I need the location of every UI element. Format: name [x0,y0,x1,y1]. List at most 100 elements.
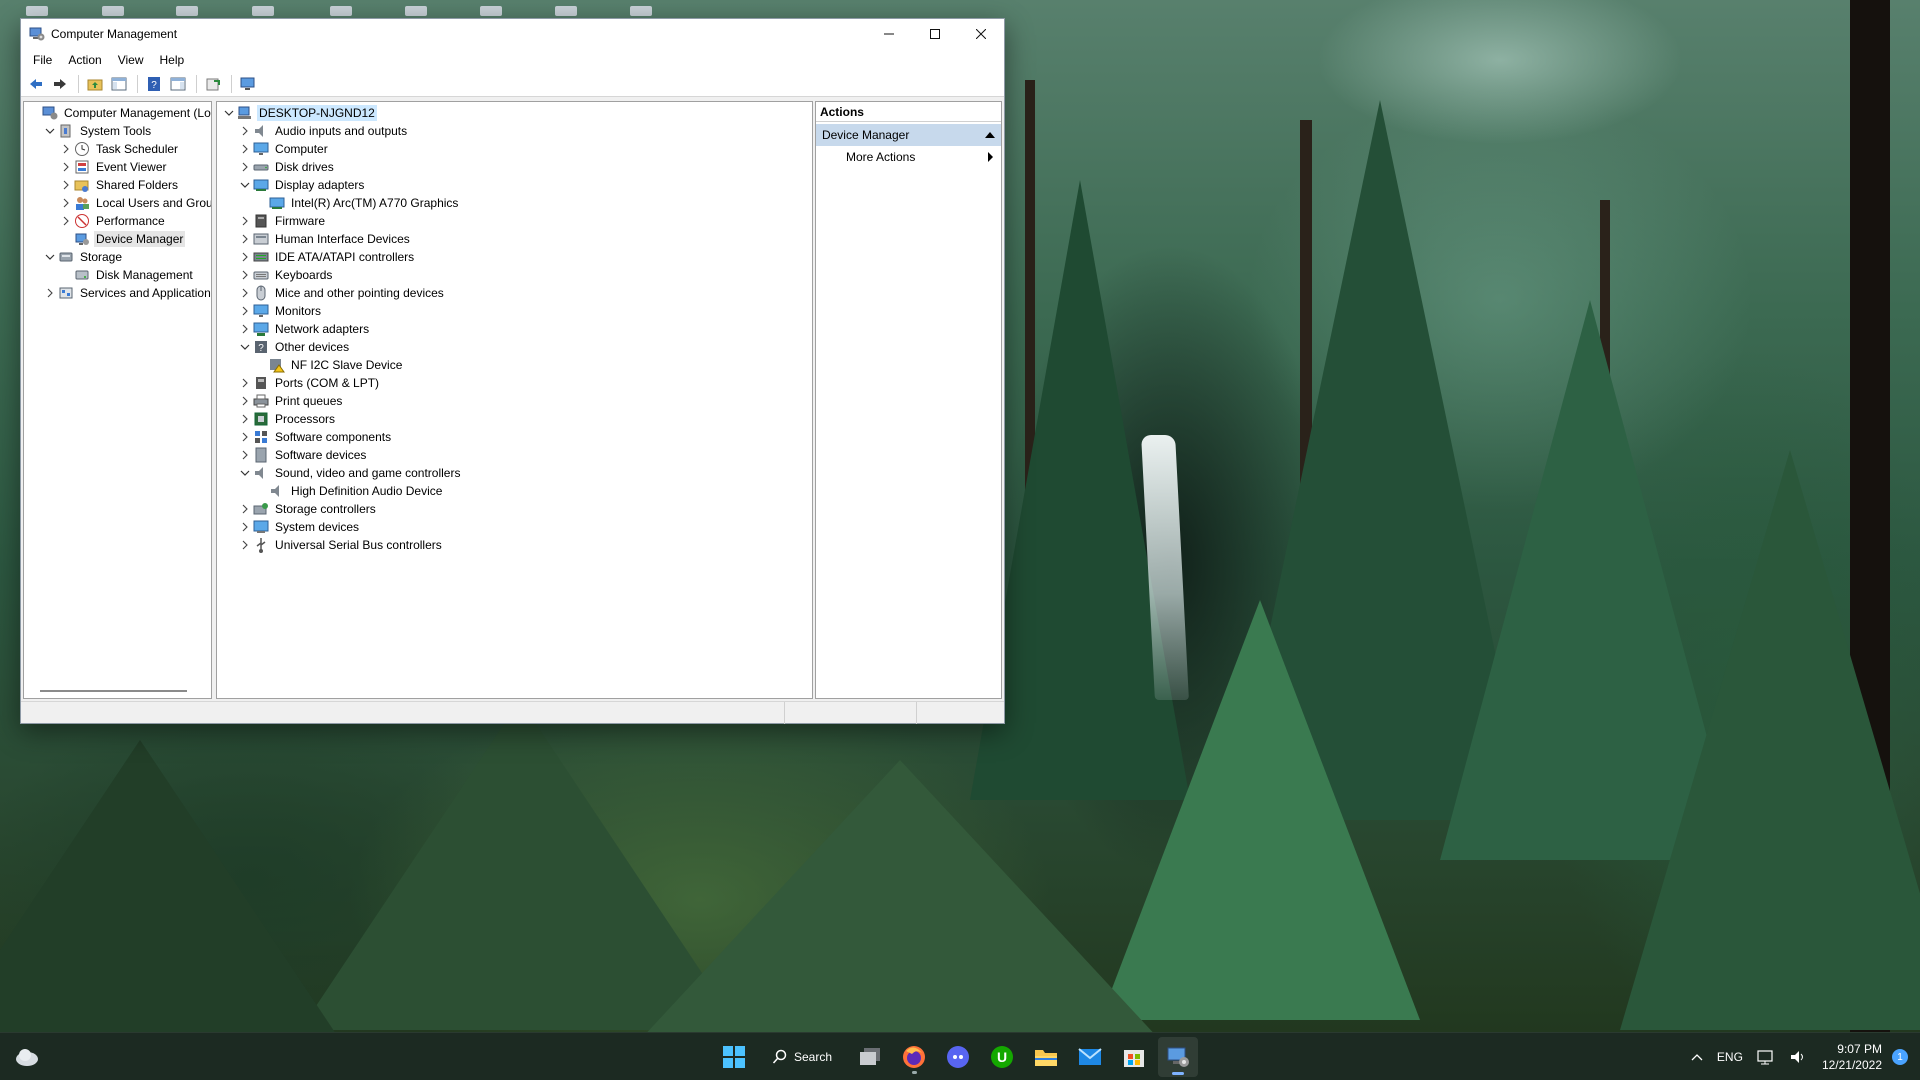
expand-toggle[interactable] [237,414,253,424]
expand-toggle[interactable] [237,126,253,136]
forward-button[interactable] [49,73,71,95]
expand-toggle[interactable] [58,180,74,190]
tree-item-local-users-and-groups[interactable]: Local Users and Groups [24,194,211,212]
title-bar[interactable]: Computer Management [21,19,1004,49]
expand-toggle[interactable] [237,144,253,154]
refresh-button[interactable] [202,73,224,95]
tree-item-disk-management[interactable]: Disk Management [24,266,211,284]
menu-action[interactable]: Action [60,49,109,71]
show-hidden-icons-button[interactable] [1691,1053,1703,1061]
tree-item-mice-and-other-pointing-devices[interactable]: Mice and other pointing devices [217,284,812,302]
tree-item-display-adapters[interactable]: Display adapters [217,176,812,194]
tree-item-task-scheduler[interactable]: Task Scheduler [24,140,211,158]
mail-button[interactable] [1070,1037,1110,1077]
file-explorer-button[interactable] [1026,1037,1066,1077]
network-button[interactable] [1757,1049,1775,1065]
actions-section-device-manager[interactable]: Device Manager [815,124,1001,146]
expand-toggle[interactable] [237,162,253,172]
tree-item-processors[interactable]: Processors [217,410,812,428]
more-actions-item[interactable]: More Actions [816,146,1001,168]
expand-toggle[interactable] [237,540,253,550]
notification-badge[interactable]: 1 [1892,1049,1908,1065]
tree-item-software-components[interactable]: Software components [217,428,812,446]
volume-button[interactable] [1789,1049,1807,1065]
expand-toggle[interactable] [237,324,253,334]
tree-item-ports-com-lpt[interactable]: Ports (COM & LPT) [217,374,812,392]
start-button[interactable] [714,1037,754,1077]
tree-item-performance[interactable]: Performance [24,212,211,230]
tree-item-monitors[interactable]: Monitors [217,302,812,320]
tree-item-print-queues[interactable]: Print queues [217,392,812,410]
tree-item-human-interface-devices[interactable]: Human Interface Devices [217,230,812,248]
close-button[interactable] [958,19,1004,49]
discord-button[interactable] [938,1037,978,1077]
tree-item-services-and-applications[interactable]: Services and Applications [24,284,211,302]
collapse-toggle[interactable] [237,180,253,190]
clock[interactable]: 9:07 PM 12/21/2022 [1822,1041,1882,1073]
scan-hardware-button[interactable] [237,73,259,95]
tree-item-computer[interactable]: Computer [217,140,812,158]
tree-item-software-devices[interactable]: Software devices [217,446,812,464]
tree-item-ide-ata-atapi-controllers[interactable]: IDE ATA/ATAPI controllers [217,248,812,266]
menu-file[interactable]: File [25,49,60,71]
expand-toggle[interactable] [237,306,253,316]
minimize-button[interactable] [866,19,912,49]
tree-item-system-tools[interactable]: System Tools [24,122,211,140]
collapse-up-icon[interactable] [985,132,995,138]
tree-item-nf-i2c-slave-device[interactable]: NF I2C Slave Device [217,356,812,374]
tree-item-event-viewer[interactable]: Event Viewer [24,158,211,176]
tree-item-other-devices[interactable]: ? Other devices [217,338,812,356]
tree-item-computer-management-local[interactable]: Computer Management (Local [24,104,211,122]
show-action-pane-button[interactable] [167,73,189,95]
tree-item-intel-r-arc-tm-a770-graphics[interactable]: Intel(R) Arc(TM) A770 Graphics [217,194,812,212]
expand-toggle[interactable] [237,270,253,280]
tree-item-shared-folders[interactable]: Shared Folders [24,176,211,194]
weather-widget-button[interactable] [14,1045,40,1069]
tree-item-device-manager[interactable]: Device Manager [24,230,211,248]
menu-view[interactable]: View [110,49,152,71]
tree-item-disk-drives[interactable]: Disk drives [217,158,812,176]
task-view-button[interactable] [850,1037,890,1077]
expand-toggle[interactable] [237,378,253,388]
expand-toggle[interactable] [237,234,253,244]
expand-toggle[interactable] [237,288,253,298]
tree-item-high-definition-audio-device[interactable]: High Definition Audio Device [217,482,812,500]
collapse-toggle[interactable] [237,468,253,478]
collapse-toggle[interactable] [42,252,58,262]
firefox-button[interactable] [894,1037,934,1077]
tree-item-keyboards[interactable]: Keyboards [217,266,812,284]
store-button[interactable] [1114,1037,1154,1077]
expand-toggle[interactable] [237,396,253,406]
expand-toggle[interactable] [237,432,253,442]
expand-toggle[interactable] [42,288,58,298]
tree-item-storage-controllers[interactable]: Storage controllers [217,500,812,518]
tree-item-network-adapters[interactable]: Network adapters [217,320,812,338]
tree-item-desktop-njgnd12[interactable]: DESKTOP-NJGND12 [217,104,812,122]
computer-management-taskbar-button[interactable] [1158,1037,1198,1077]
language-indicator[interactable]: ENG [1717,1050,1743,1064]
tree-item-firmware[interactable]: Firmware [217,212,812,230]
collapse-toggle[interactable] [42,126,58,136]
upwork-button[interactable]: U [982,1037,1022,1077]
expand-toggle[interactable] [237,252,253,262]
tree-item-universal-serial-bus-controllers[interactable]: Universal Serial Bus controllers [217,536,812,554]
horizontal-scrollbar[interactable] [40,690,188,692]
collapse-toggle[interactable] [237,342,253,352]
menu-help[interactable]: Help [152,49,193,71]
expand-toggle[interactable] [237,216,253,226]
show-hide-tree-button[interactable] [108,73,130,95]
maximize-button[interactable] [912,19,958,49]
expand-toggle[interactable] [58,144,74,154]
expand-toggle[interactable] [237,450,253,460]
expand-toggle[interactable] [58,162,74,172]
tree-item-audio-inputs-and-outputs[interactable]: Audio inputs and outputs [217,122,812,140]
back-button[interactable] [25,73,47,95]
up-level-button[interactable] [84,73,106,95]
expand-toggle[interactable] [58,216,74,226]
collapse-toggle[interactable] [221,108,237,118]
expand-toggle[interactable] [58,198,74,208]
expand-toggle[interactable] [237,522,253,532]
expand-toggle[interactable] [237,504,253,514]
help-button[interactable]: ? [143,73,165,95]
tree-item-storage[interactable]: Storage [24,248,211,266]
